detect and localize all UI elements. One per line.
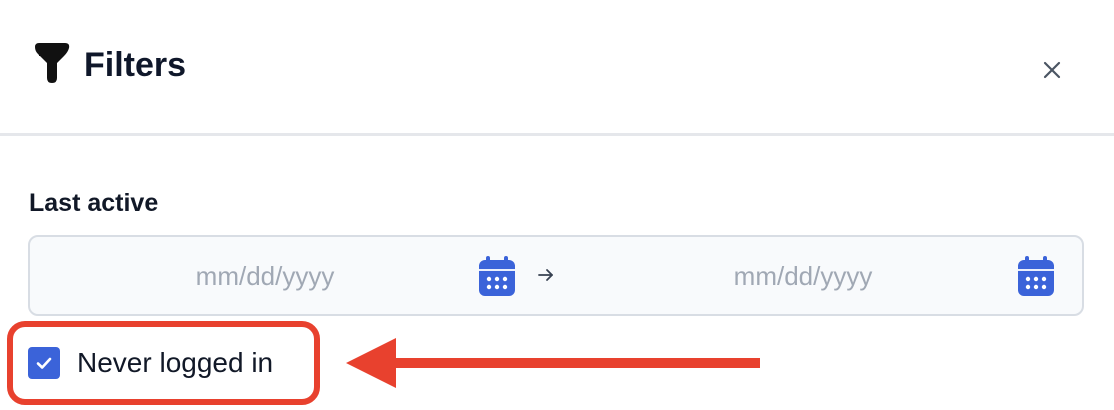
close-icon <box>1043 61 1061 79</box>
close-button[interactable] <box>1036 54 1068 86</box>
filter-icon <box>35 43 70 83</box>
checkmark-icon <box>36 357 52 369</box>
end-calendar-icon[interactable] <box>1017 255 1055 297</box>
start-date-input[interactable] <box>75 255 455 297</box>
start-calendar-icon[interactable] <box>478 255 516 297</box>
never-logged-in-option[interactable]: Never logged in <box>28 346 273 380</box>
never-logged-in-checkbox[interactable] <box>28 347 60 379</box>
page-title: Filters <box>84 46 187 84</box>
end-date-input[interactable] <box>613 255 993 297</box>
pointer-arrow <box>346 338 760 388</box>
never-logged-in-label: Never logged in <box>77 347 274 378</box>
arrow-right-icon <box>538 269 553 281</box>
last-active-label: Last active <box>29 189 159 217</box>
filters-panel: Filters Last active mm/dd/yyyy mm/dd/yyy… <box>0 0 1114 410</box>
last-active-date-range <box>28 235 1084 316</box>
panel-header: Filters <box>0 0 1114 136</box>
